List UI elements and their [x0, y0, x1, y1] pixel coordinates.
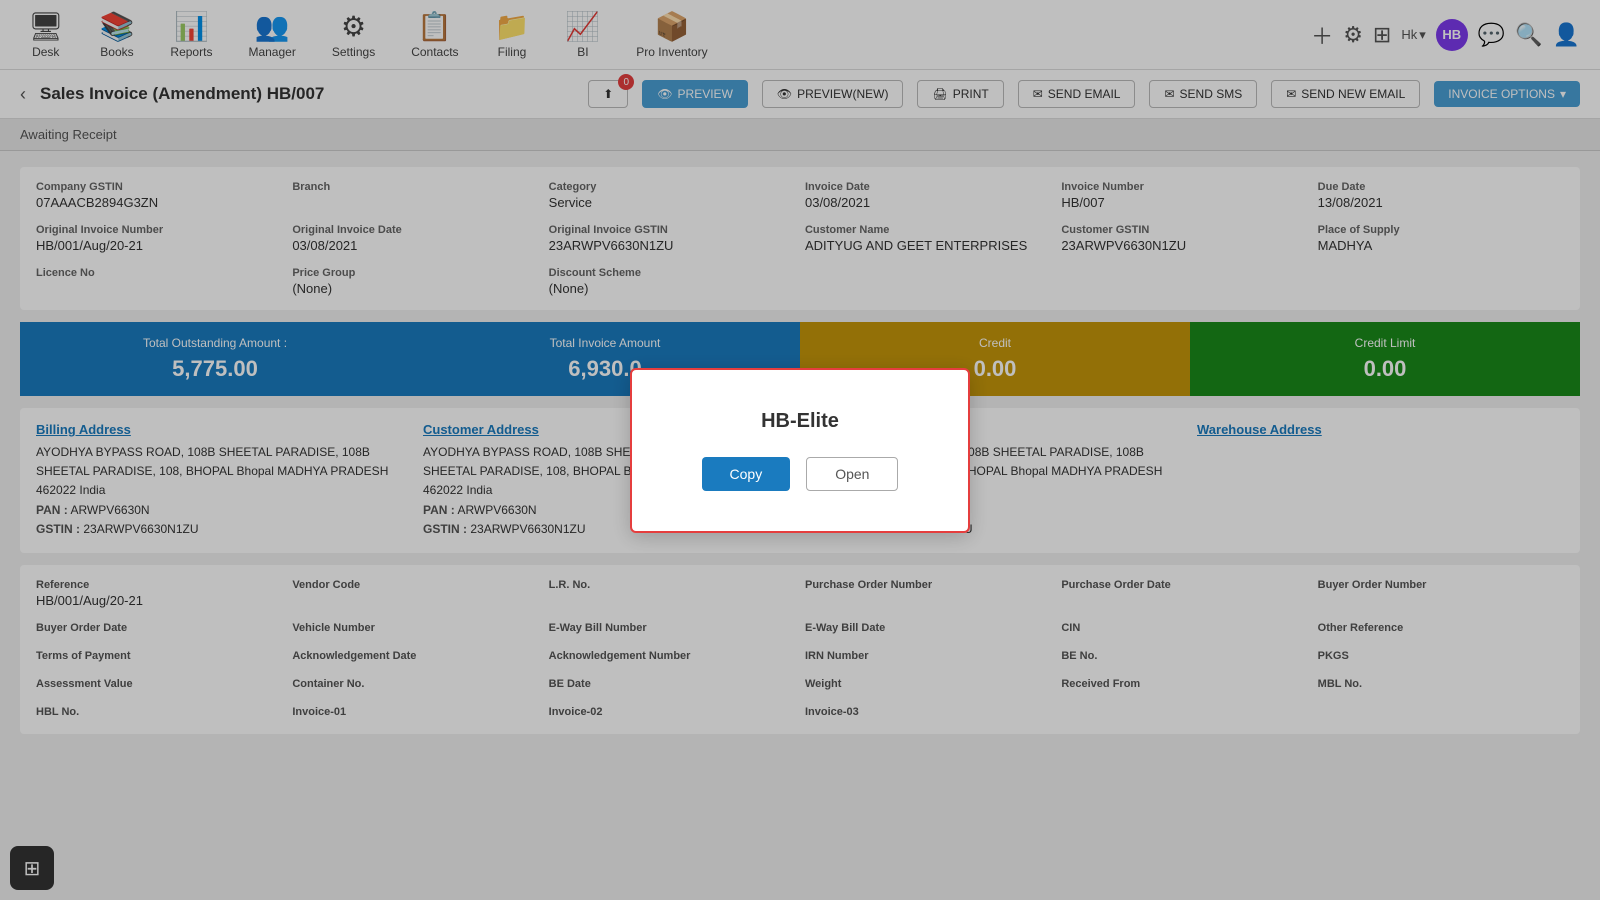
copy-button[interactable]: Copy	[702, 457, 791, 491]
modal-box: HB-Elite Copy Open	[630, 368, 970, 533]
modal-buttons: Copy Open	[692, 457, 908, 491]
open-button[interactable]: Open	[806, 457, 898, 491]
modal-title: HB-Elite	[692, 410, 908, 433]
modal-overlay: HB-Elite Copy Open	[0, 0, 1600, 900]
